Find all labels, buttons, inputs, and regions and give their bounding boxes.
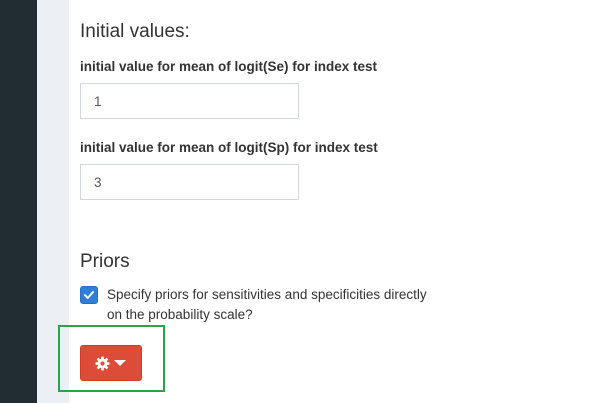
main-content: Initial values: initial value for mean o… xyxy=(58,0,600,403)
probability-scale-checkbox-label: Specify priors for sensitivities and spe… xyxy=(107,287,427,322)
gear-icon xyxy=(95,356,110,371)
probability-scale-checkbox[interactable] xyxy=(80,286,98,304)
se-initial-label: initial value for mean of logit(Se) for … xyxy=(80,59,378,74)
se-initial-input[interactable] xyxy=(80,83,299,119)
app-sidebar xyxy=(0,0,37,403)
initial-values-heading: Initial values: xyxy=(80,21,190,42)
sp-initial-input[interactable] xyxy=(80,164,299,200)
settings-dropdown-button[interactable] xyxy=(80,345,142,381)
checkmark-icon xyxy=(84,291,94,299)
sp-initial-label: initial value for mean of logit(Sp) for … xyxy=(80,140,378,155)
priors-heading: Priors xyxy=(80,251,130,272)
caret-down-icon xyxy=(114,360,126,366)
